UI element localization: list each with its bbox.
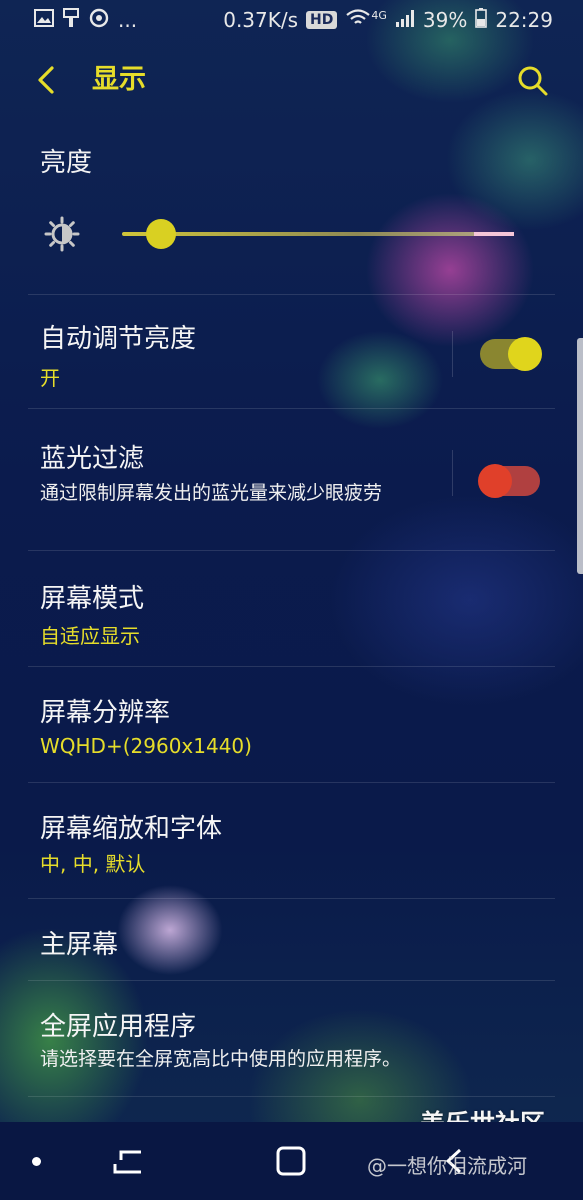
divider (28, 294, 555, 295)
divider (28, 782, 555, 783)
setting-auto-brightness[interactable]: 自动调节亮度 开 (0, 300, 583, 408)
brush-icon (62, 7, 80, 33)
wifi-icon (345, 8, 371, 33)
brightness-thumb[interactable] (146, 219, 177, 249)
setting-subtitle: 通过限制屏幕发出的蓝光量来减少眼疲劳 (40, 482, 383, 504)
battery-icon (475, 7, 488, 33)
setting-home-screen[interactable]: 主屏幕 (0, 900, 583, 980)
nav-dot-button[interactable] (32, 1157, 41, 1166)
brightness-slider-row (40, 212, 540, 256)
divider (28, 550, 555, 551)
setting-subtitle: WQHD+(2960x1440) (40, 734, 252, 758)
auto-brightness-toggle[interactable] (480, 337, 542, 371)
status-ellipsis: ... (118, 8, 138, 32)
setting-title: 主屏幕 (40, 930, 119, 960)
app-bar: 显示 (0, 40, 583, 120)
vertical-separator (452, 450, 453, 496)
setting-title: 屏幕分辨率 (40, 698, 171, 728)
watermark-user: @一想你泪流成河 (367, 1154, 527, 1178)
page-title: 显示 (92, 64, 146, 95)
clock: 22:29 (495, 8, 553, 32)
network-type: 4G (371, 8, 387, 22)
search-button[interactable] (517, 62, 549, 98)
net-speed: 0.37K/s (223, 8, 299, 32)
brightness-title: 亮度 (40, 148, 93, 178)
divider (28, 666, 555, 667)
setting-title: 蓝光过滤 (40, 444, 145, 474)
setting-screen-mode[interactable]: 屏幕模式 自适应显示 (0, 552, 583, 666)
blue-light-toggle[interactable] (478, 464, 540, 498)
recent-apps-button[interactable] (110, 1144, 146, 1178)
setting-screen-resolution[interactable]: 屏幕分辨率 WQHD+(2960x1440) (0, 668, 583, 782)
signal-icon (395, 8, 415, 32)
status-right: 0.37K/s HD 4G 39% 22:29 (223, 7, 553, 33)
setting-title: 自动调节亮度 (40, 324, 197, 354)
back-button[interactable] (34, 60, 64, 100)
recent-apps-icon (113, 1150, 141, 1174)
sync-icon (88, 7, 110, 34)
status-left: ... (34, 7, 137, 34)
setting-subtitle: 请选择要在全屏宽高比中使用的应用程序。 (40, 1048, 402, 1070)
hd-badge: HD (306, 11, 338, 29)
setting-subtitle: 开 (40, 366, 60, 390)
setting-blue-light-filter[interactable]: 蓝光过滤 通过限制屏幕发出的蓝光量来减少眼疲劳 (0, 410, 583, 550)
battery-percent: 39% (422, 8, 468, 32)
divider (28, 1096, 555, 1097)
setting-title: 屏幕模式 (40, 584, 145, 614)
setting-subtitle: 自适应显示 (40, 624, 140, 648)
brightness-track[interactable] (122, 232, 514, 236)
setting-screen-zoom-font[interactable]: 屏幕缩放和字体 中, 中, 默认 (0, 784, 583, 898)
divider (28, 408, 555, 409)
search-icon (518, 66, 548, 96)
scroll-indicator[interactable] (577, 338, 583, 574)
chevron-left-icon (38, 66, 54, 94)
setting-title: 全屏应用程序 (40, 1012, 197, 1042)
brightness-icon (44, 216, 80, 252)
setting-full-screen-apps[interactable]: 全屏应用程序 请选择要在全屏宽高比中使用的应用程序。 (0, 982, 583, 1096)
status-bar: ... 0.37K/s HD 4G 39% 22:29 (0, 0, 583, 40)
divider (28, 898, 555, 899)
image-icon (34, 8, 54, 32)
divider (28, 980, 555, 981)
home-button[interactable] (274, 1144, 308, 1178)
setting-subtitle: 中, 中, 默认 (40, 852, 146, 876)
vertical-separator (452, 331, 453, 377)
setting-title: 屏幕缩放和字体 (40, 814, 223, 844)
toggle-knob (478, 464, 512, 498)
brightness-track-end (474, 232, 514, 236)
home-icon (276, 1146, 306, 1176)
toggle-knob (508, 337, 542, 371)
